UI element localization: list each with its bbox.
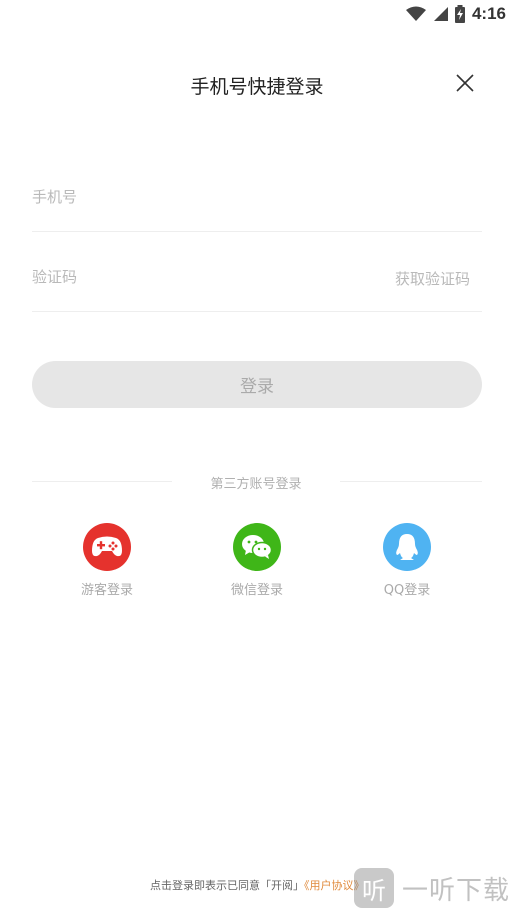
page-title: 手机号快捷登录	[190, 76, 324, 98]
guest-login-badge	[83, 523, 131, 571]
get-code-button[interactable]: 获取验证码	[395, 268, 470, 289]
divider-left	[32, 481, 172, 482]
third-party-title: 第三方账号登录	[210, 477, 302, 492]
wechat-icon	[242, 535, 273, 559]
close-icon	[456, 74, 474, 92]
wechat-login-button[interactable]: 微信登录	[202, 523, 312, 598]
divider-right	[340, 481, 482, 482]
status-icons: 4:16	[405, 2, 506, 26]
code-field-row: 获取验证码	[32, 240, 482, 312]
watermark-logo: 听	[354, 868, 394, 908]
agreement-text: 点击登录即表示已同意「开阅」《用户协议》	[150, 877, 365, 893]
qq-login-badge	[383, 523, 431, 571]
qq-login-button[interactable]: QQ登录	[352, 523, 462, 598]
login-button[interactable]: 登录	[32, 361, 482, 408]
watermark: 听 一听下载	[354, 868, 510, 908]
battery-charging-icon	[454, 5, 465, 23]
guest-login-label: 游客登录	[80, 583, 133, 598]
status-bar: 4:16	[0, 0, 514, 28]
verification-code-input[interactable]	[32, 262, 372, 292]
status-time: 4:16	[471, 4, 506, 23]
qq-login-label: QQ登录	[383, 583, 431, 598]
agreement-prefix: 点击登录即表示已同意「开阅」	[150, 879, 304, 892]
guest-login-button[interactable]: 游客登录	[52, 523, 162, 598]
watermark-text: 一听下载	[402, 875, 511, 906]
wifi-icon	[405, 6, 426, 21]
phone-input[interactable]	[32, 182, 372, 212]
close-button[interactable]	[452, 70, 478, 96]
phone-field-row	[32, 160, 482, 232]
wechat-login-label: 微信登录	[230, 583, 283, 598]
wechat-login-badge	[233, 523, 281, 571]
cellular-signal-icon	[433, 7, 448, 21]
qq-penguin-icon	[396, 534, 418, 560]
gamepad-icon	[92, 536, 122, 557]
